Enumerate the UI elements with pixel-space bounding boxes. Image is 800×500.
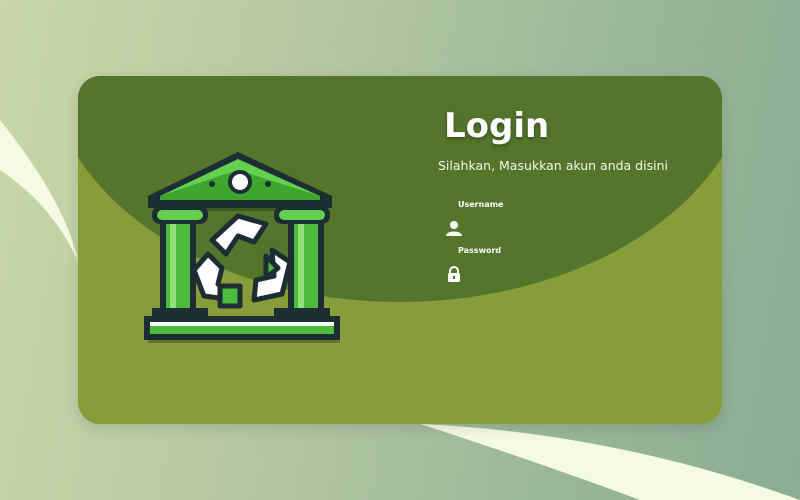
- page-subtitle: Silahkan, Masukkan akun anda disini: [438, 158, 668, 173]
- password-label: Password: [458, 246, 502, 255]
- login-card: Login Silahkan, Masukkan akun anda disin…: [78, 76, 722, 424]
- recycle-bank-building-logo: [144, 152, 340, 343]
- page-title: Login: [444, 106, 550, 146]
- username-label: Username: [458, 200, 504, 209]
- password-input[interactable]: [468, 266, 688, 282]
- username-input[interactable]: [468, 220, 688, 236]
- lock-icon: [448, 266, 460, 282]
- user-icon: [446, 221, 462, 236]
